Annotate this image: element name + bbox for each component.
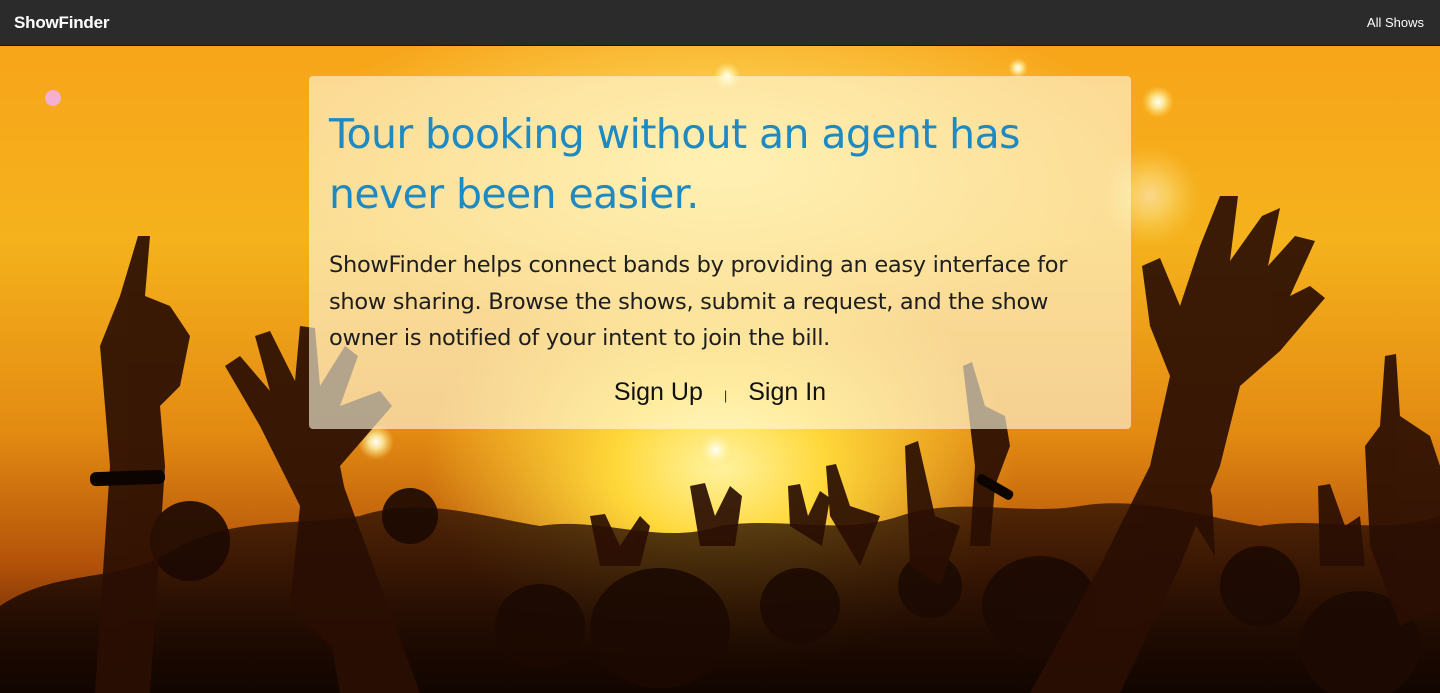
all-shows-link[interactable]: All Shows xyxy=(1367,15,1424,30)
hero-description: ShowFinder helps connect bands by provid… xyxy=(329,252,1068,351)
brand-logo-link[interactable]: ShowFinder xyxy=(14,13,109,33)
sign-in-link[interactable]: Sign In xyxy=(748,378,826,407)
hero-section: Tour booking without an agent has never … xyxy=(0,46,1440,693)
hero-headline: Tour booking without an agent has never … xyxy=(329,110,1020,218)
sign-up-link[interactable]: Sign Up xyxy=(614,378,703,407)
hero-card: Tour booking without an agent has never … xyxy=(309,76,1131,429)
top-navbar: ShowFinder All Shows xyxy=(0,0,1440,46)
auth-links: Sign Up | Sign In xyxy=(309,378,1131,407)
link-separator: | xyxy=(723,388,728,403)
